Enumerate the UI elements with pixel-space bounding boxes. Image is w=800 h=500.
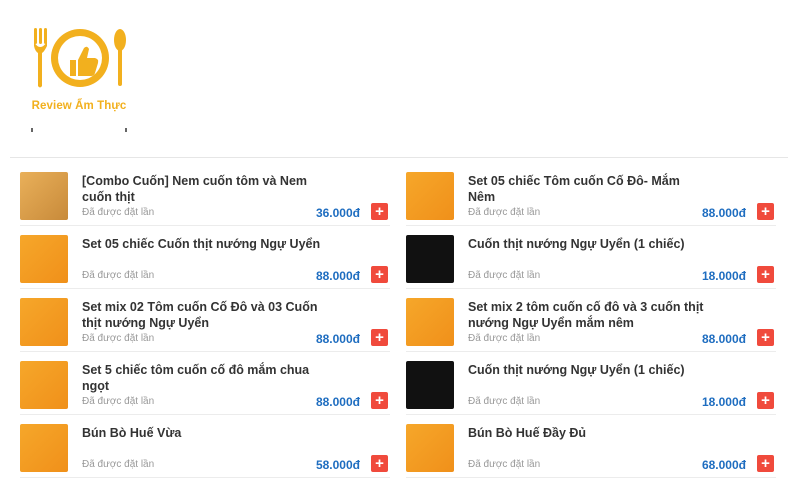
menu-item[interactable]: Set mix 2 tôm cuốn cố đô và 3 cuốn thịt … bbox=[406, 289, 776, 352]
dish-price: 88.000đ bbox=[315, 269, 360, 283]
dish-name[interactable]: Set 05 chiếc Cuốn thịt nướng Ngự Uyển bbox=[82, 236, 322, 252]
dish-thumbnail[interactable] bbox=[406, 298, 454, 346]
add-to-cart-button[interactable]: + bbox=[371, 455, 388, 472]
dish-price: 18.000đ bbox=[701, 269, 746, 283]
order-count-label: Đã được đặt lần bbox=[82, 333, 155, 344]
dish-thumbnail[interactable] bbox=[406, 172, 454, 220]
add-to-cart-button[interactable]: + bbox=[371, 329, 388, 346]
add-to-cart-button[interactable]: + bbox=[371, 392, 388, 409]
dish-thumbnail[interactable] bbox=[20, 424, 68, 472]
dish-thumbnail[interactable] bbox=[406, 361, 454, 409]
menu-item[interactable]: Set 05 chiếc Cuốn thịt nướng Ngự Uyển Đã… bbox=[20, 226, 390, 289]
order-count-label: Đã được đặt lần bbox=[82, 459, 155, 470]
dish-price: 88.000đ bbox=[701, 206, 746, 220]
separator-mark bbox=[31, 128, 33, 132]
order-count-label: Đã được đặt lần bbox=[468, 207, 541, 218]
dish-name[interactable]: Set 5 chiếc tôm cuốn cố đô mắm chua ngọt bbox=[82, 362, 322, 394]
menu-column-right: Set 05 chiếc Tôm cuốn Cố Đô- Mắm Nêm Đã … bbox=[406, 163, 776, 478]
menu-item[interactable]: Bún Bò Huế Vừa Đã được đặt lần 58.000đ + bbox=[20, 415, 390, 478]
add-to-cart-button[interactable]: + bbox=[757, 455, 774, 472]
menu-item[interactable]: Cuốn thịt nướng Ngự Uyển (1 chiếc) Đã đư… bbox=[406, 226, 776, 289]
menu-item[interactable]: Bún Bò Huế Đầy Đủ Đã được đặt lần 68.000… bbox=[406, 415, 776, 478]
dish-thumbnail[interactable] bbox=[406, 235, 454, 283]
dish-thumbnail[interactable] bbox=[406, 424, 454, 472]
menu-item[interactable]: [Combo Cuốn] Nem cuốn tôm và Nem cuốn th… bbox=[20, 163, 390, 226]
dish-name[interactable]: [Combo Cuốn] Nem cuốn tôm và Nem cuốn th… bbox=[82, 173, 322, 205]
add-to-cart-button[interactable]: + bbox=[371, 266, 388, 283]
order-count-label: Đã được đặt lần bbox=[468, 333, 541, 344]
dish-name[interactable]: Set mix 2 tôm cuốn cố đô và 3 cuốn thịt … bbox=[468, 299, 708, 331]
dish-price: 18.000đ bbox=[701, 395, 746, 409]
dish-price: 36.000đ bbox=[315, 206, 360, 220]
add-to-cart-button[interactable]: + bbox=[757, 203, 774, 220]
logo-text: Review Ẩm Thực bbox=[31, 100, 127, 112]
dish-name[interactable]: Set 05 chiếc Tôm cuốn Cố Đô- Mắm Nêm bbox=[468, 173, 708, 205]
dish-price: 88.000đ bbox=[315, 395, 360, 409]
add-to-cart-button[interactable]: + bbox=[757, 266, 774, 283]
dish-name[interactable]: Set mix 02 Tôm cuốn Cố Đô và 03 Cuốn thị… bbox=[82, 299, 322, 331]
dish-thumbnail[interactable] bbox=[20, 172, 68, 220]
order-count-label: Đã được đặt lần bbox=[468, 270, 541, 281]
order-count-label: Đã được đặt lần bbox=[82, 207, 155, 218]
dish-thumbnail[interactable] bbox=[20, 298, 68, 346]
menu-item[interactable]: Set mix 02 Tôm cuốn Cố Đô và 03 Cuốn thị… bbox=[20, 289, 390, 352]
dish-price: 68.000đ bbox=[701, 458, 746, 472]
menu-column-left: [Combo Cuốn] Nem cuốn tôm và Nem cuốn th… bbox=[20, 163, 390, 478]
order-count-label: Đã được đặt lần bbox=[468, 459, 541, 470]
dish-thumbnail[interactable] bbox=[20, 235, 68, 283]
dish-price: 88.000đ bbox=[701, 332, 746, 346]
dish-thumbnail[interactable] bbox=[20, 361, 68, 409]
add-to-cart-button[interactable]: + bbox=[371, 203, 388, 220]
dish-price: 58.000đ bbox=[315, 458, 360, 472]
add-to-cart-button[interactable]: + bbox=[757, 392, 774, 409]
menu-item[interactable]: Cuốn thịt nướng Ngự Uyển (1 chiếc) Đã đư… bbox=[406, 352, 776, 415]
dish-name[interactable]: Cuốn thịt nướng Ngự Uyển (1 chiếc) bbox=[468, 236, 708, 252]
section-divider bbox=[10, 157, 788, 158]
order-count-label: Đã được đặt lần bbox=[468, 396, 541, 407]
dish-name[interactable]: Bún Bò Huế Đầy Đủ bbox=[468, 425, 708, 441]
separator-mark bbox=[125, 128, 127, 132]
dish-name[interactable]: Cuốn thịt nướng Ngự Uyển (1 chiếc) bbox=[468, 362, 708, 378]
menu-item[interactable]: Set 05 chiếc Tôm cuốn Cố Đô- Mắm Nêm Đã … bbox=[406, 163, 776, 226]
dish-name[interactable]: Bún Bò Huế Vừa bbox=[82, 425, 322, 441]
order-count-label: Đã được đặt lần bbox=[82, 396, 155, 407]
plate-cutlery-icon bbox=[34, 28, 126, 88]
dish-price: 88.000đ bbox=[315, 332, 360, 346]
menu-item[interactable]: Set 5 chiếc tôm cuốn cố đô mắm chua ngọt… bbox=[20, 352, 390, 415]
menu-grid: [Combo Cuốn] Nem cuốn tôm và Nem cuốn th… bbox=[20, 163, 780, 483]
add-to-cart-button[interactable]: + bbox=[757, 329, 774, 346]
order-count-label: Đã được đặt lần bbox=[82, 270, 155, 281]
site-logo[interactable]: Review Ẩm Thực bbox=[24, 22, 134, 122]
